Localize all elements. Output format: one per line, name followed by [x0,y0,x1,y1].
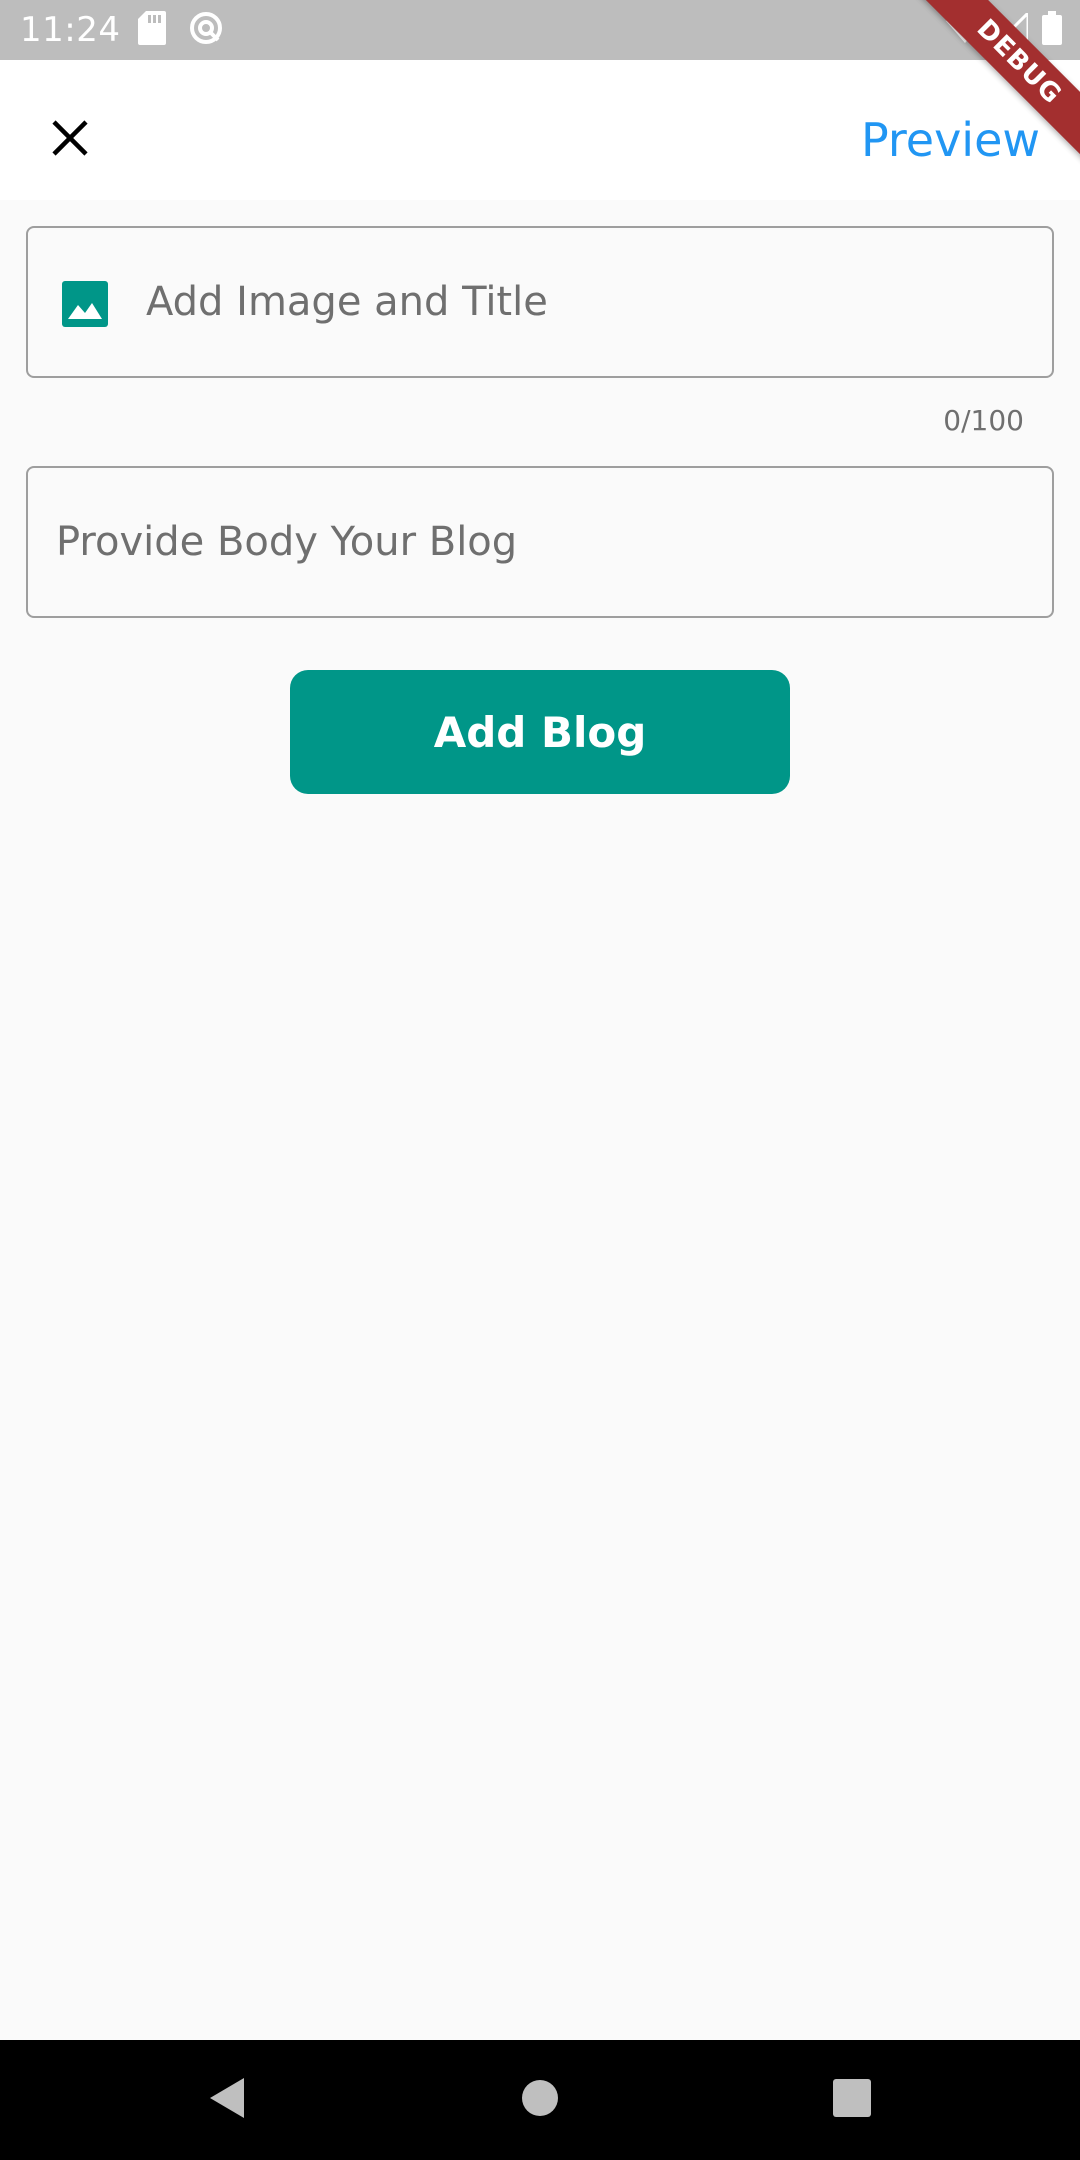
blog-editor-screen: 11:24 DEBUG Preview Add Image and Title … [0,0,1080,2160]
back-icon [206,2076,246,2124]
nav-recents-button[interactable] [822,2070,882,2130]
close-button[interactable] [30,100,110,180]
body-input[interactable] [56,468,1026,616]
navigation-bar [0,2040,1080,2160]
nav-back-button[interactable] [196,2070,256,2130]
data-saver-icon [188,10,224,50]
body-field[interactable] [26,466,1054,618]
title-char-counter: 0/100 [943,404,1024,437]
battery-icon [1042,11,1062,49]
title-input[interactable] [146,228,1026,376]
status-left-icons [138,10,224,50]
image-icon[interactable] [62,281,108,327]
status-time: 11:24 [20,10,121,50]
nav-home-button[interactable] [510,2070,570,2130]
recents-icon [833,2079,871,2121]
title-field[interactable] [26,226,1054,378]
close-icon [50,118,90,162]
app-bar: Preview [0,60,1080,200]
status-bar: 11:24 [0,0,1080,60]
preview-button[interactable]: Preview [861,100,1040,180]
add-blog-button[interactable]: Add Blog [290,670,790,794]
home-icon [520,2078,560,2122]
sd-card-icon [138,11,166,49]
